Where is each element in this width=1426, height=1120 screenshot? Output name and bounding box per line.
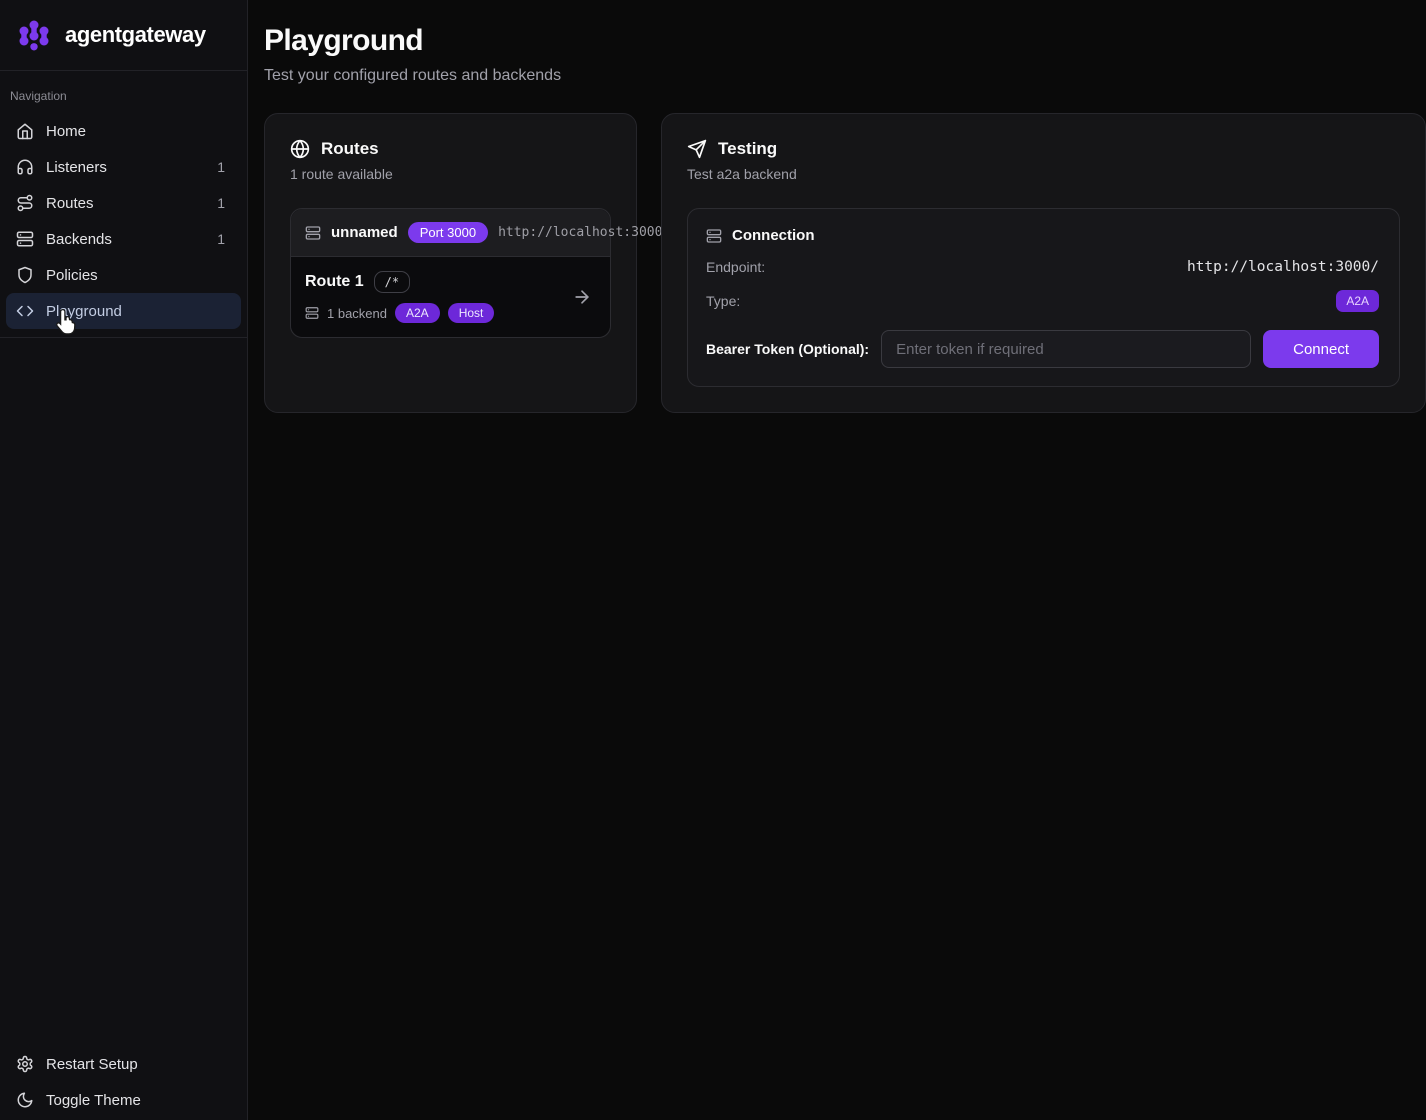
sidebar-spacer <box>0 346 247 1038</box>
nav-section: Navigation Home Listeners 1 Routes 1 <box>0 71 247 346</box>
routes-card: Routes 1 route available unnamed Port 30… <box>264 113 637 413</box>
connect-button[interactable]: Connect <box>1263 330 1379 368</box>
routes-card-subtitle: 1 route available <box>290 166 611 182</box>
home-icon <box>16 122 34 140</box>
server-icon <box>706 228 722 244</box>
shield-icon <box>16 266 34 284</box>
server-icon <box>16 230 34 248</box>
arrow-right-icon <box>572 287 596 307</box>
brand-name: agentgateway <box>65 22 206 48</box>
sidebar-item-label: Backends <box>46 231 112 248</box>
page-title: Playground <box>264 24 1426 58</box>
endpoint-value: http://localhost:3000/ <box>1187 259 1379 275</box>
gear-icon <box>16 1055 34 1073</box>
globe-icon <box>290 139 310 159</box>
sidebar-item-listeners[interactable]: Listeners 1 <box>6 149 241 185</box>
sidebar-item-count: 1 <box>217 159 231 175</box>
nav-section-label: Navigation <box>6 81 241 113</box>
route-badge-host: Host <box>448 303 495 323</box>
toggle-theme-label: Toggle Theme <box>46 1092 141 1109</box>
route-backend-count: 1 backend <box>327 306 387 321</box>
restart-setup-label: Restart Setup <box>46 1056 138 1073</box>
sidebar: agentgateway Navigation Home Listeners 1… <box>0 0 248 1120</box>
route-icon <box>16 194 34 212</box>
type-badge: A2A <box>1336 290 1379 312</box>
listener-url: http://localhost:3000/ <box>498 225 670 240</box>
testing-card-subtitle: Test a2a backend <box>687 166 1400 182</box>
connection-title: Connection <box>732 227 815 244</box>
bearer-token-row: Bearer Token (Optional): Connect <box>706 330 1379 368</box>
listener-name: unnamed <box>331 224 398 241</box>
bearer-token-label: Bearer Token (Optional): <box>706 341 869 357</box>
page-subtitle: Test your configured routes and backends <box>264 67 1426 85</box>
sidebar-item-label: Listeners <box>46 159 107 176</box>
route-info: Route 1 /* 1 backend A2A Host <box>305 271 572 323</box>
headphones-icon <box>16 158 34 176</box>
send-icon <box>687 139 707 159</box>
route-row[interactable]: Route 1 /* 1 backend A2A Host <box>291 257 610 337</box>
toggle-theme-button[interactable]: Toggle Theme <box>6 1082 241 1118</box>
main-content: Playground Test your configured routes a… <box>249 0 1426 1120</box>
sidebar-item-home[interactable]: Home <box>6 113 241 149</box>
port-badge: Port 3000 <box>408 222 488 243</box>
route-name: Route 1 <box>305 273 364 291</box>
listener-group: unnamed Port 3000 http://localhost:3000/… <box>290 208 611 338</box>
code-icon <box>16 302 34 320</box>
moon-icon <box>16 1091 34 1109</box>
logo-header: agentgateway <box>0 0 247 71</box>
sidebar-item-count: 1 <box>217 231 231 247</box>
sidebar-item-routes[interactable]: Routes 1 <box>6 185 241 221</box>
endpoint-label: Endpoint: <box>706 259 765 275</box>
connection-panel: Connection Endpoint: http://localhost:30… <box>687 208 1400 387</box>
agentgateway-logo-icon <box>16 17 52 53</box>
sidebar-footer: Restart Setup Toggle Theme <box>0 1038 247 1120</box>
sidebar-item-policies[interactable]: Policies <box>6 257 241 293</box>
connection-header: Connection <box>706 227 1379 244</box>
type-label: Type: <box>706 293 740 309</box>
route-badge-a2a: A2A <box>395 303 440 323</box>
sidebar-item-label: Playground <box>46 303 122 320</box>
server-icon <box>305 306 319 320</box>
sidebar-item-label: Routes <box>46 195 94 212</box>
routes-card-title: Routes <box>321 139 379 159</box>
testing-card-title: Testing <box>718 139 777 159</box>
endpoint-row: Endpoint: http://localhost:3000/ <box>706 259 1379 275</box>
testing-card: Testing Test a2a backend Connection Endp… <box>661 113 1426 413</box>
type-row: Type: A2A <box>706 290 1379 312</box>
routes-card-header: Routes <box>290 139 611 159</box>
sidebar-item-playground[interactable]: Playground <box>6 293 241 329</box>
bearer-token-input[interactable] <box>881 330 1251 368</box>
cards-row: Routes 1 route available unnamed Port 30… <box>264 113 1426 413</box>
route-path-badge: /* <box>374 271 410 293</box>
sidebar-item-label: Home <box>46 123 86 140</box>
sidebar-item-backends[interactable]: Backends 1 <box>6 221 241 257</box>
server-icon <box>305 225 321 241</box>
sidebar-item-count: 1 <box>217 195 231 211</box>
sidebar-item-label: Policies <box>46 267 98 284</box>
nav-divider <box>0 337 247 338</box>
testing-card-header: Testing <box>687 139 1400 159</box>
listener-header: unnamed Port 3000 http://localhost:3000/ <box>291 209 610 257</box>
restart-setup-button[interactable]: Restart Setup <box>6 1046 241 1082</box>
